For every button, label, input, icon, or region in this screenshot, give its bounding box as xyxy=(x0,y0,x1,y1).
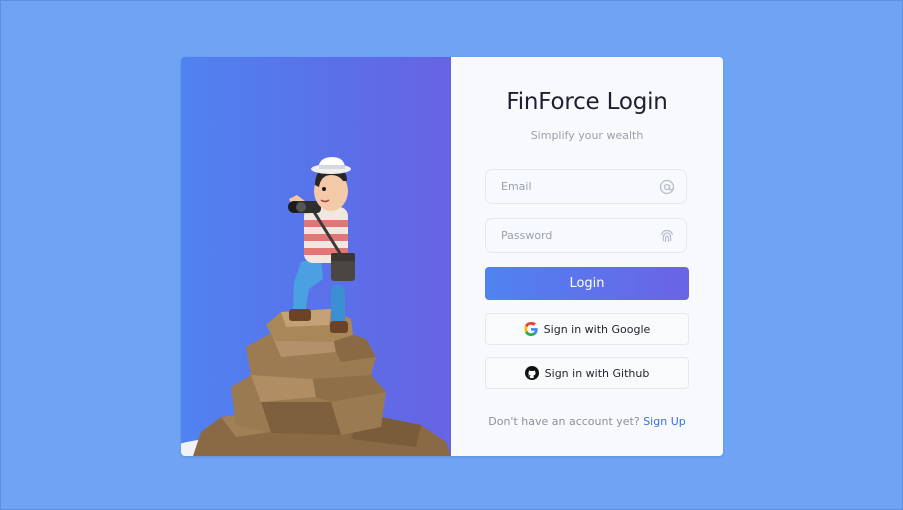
login-card: FinForce Login Simplify your wealth Emai… xyxy=(181,57,723,456)
at-icon xyxy=(659,179,675,195)
signup-link[interactable]: Sign Up xyxy=(643,415,686,428)
github-signin-label: Sign in with Github xyxy=(544,366,650,380)
page-title: FinForce Login xyxy=(506,89,668,115)
google-icon xyxy=(524,322,538,336)
page-background: FinForce Login Simplify your wealth Emai… xyxy=(0,0,903,510)
fingerprint-icon xyxy=(660,229,674,243)
page-subtitle: Simplify your wealth xyxy=(530,129,644,142)
login-form-panel: FinForce Login Simplify your wealth Emai… xyxy=(451,57,723,456)
explorer-illustration xyxy=(181,157,451,456)
google-signin-label: Sign in with Google xyxy=(543,322,651,336)
github-icon xyxy=(524,366,539,380)
github-signin-button[interactable]: Sign in with Github xyxy=(485,357,689,389)
email-field[interactable]: Email xyxy=(485,169,687,204)
login-button[interactable]: Login xyxy=(485,267,689,300)
hero-panel xyxy=(181,57,451,456)
email-placeholder: Email xyxy=(501,180,532,193)
password-field[interactable]: Password xyxy=(485,218,687,253)
signup-line: Don't have an account yet? Sign Up xyxy=(451,415,723,428)
password-placeholder: Password xyxy=(501,229,553,242)
signup-prompt: Don't have an account yet? xyxy=(488,415,640,428)
google-signin-button[interactable]: Sign in with Google xyxy=(485,313,689,345)
